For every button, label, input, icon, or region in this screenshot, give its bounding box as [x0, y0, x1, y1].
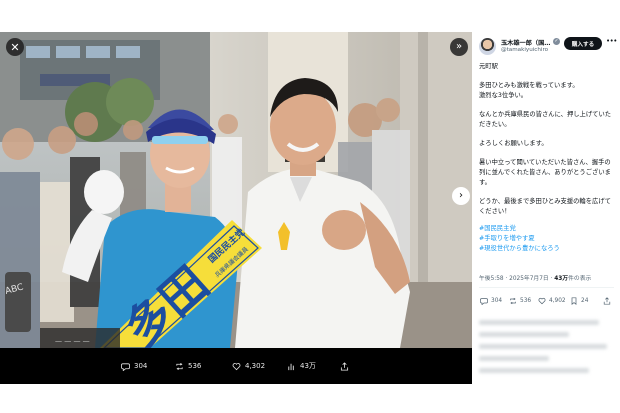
photo-overlay-text: 一 一 一 一 [55, 338, 90, 346]
bookmark-icon [571, 297, 577, 305]
post-paragraph: 元町駅 [479, 63, 498, 70]
avatar[interactable] [479, 38, 496, 55]
post-paragraph: なんとか兵庫県民の皆さんに、押し上げていただきたい。 [479, 111, 612, 128]
bookmark-button[interactable]: 24 [570, 289, 588, 313]
hashtag-link[interactable]: #現役世代から豊かになろう [479, 244, 615, 254]
like-button[interactable]: 4,902 [538, 289, 566, 313]
heart-icon [538, 297, 546, 305]
reply-icon [121, 362, 130, 371]
post-paragraph: よろしくお願いします。 [479, 140, 548, 147]
blurred-replies [479, 316, 613, 376]
views-chart-icon [288, 363, 294, 370]
viewer-repost-button[interactable]: 536 [175, 348, 201, 384]
viewer-share-button[interactable] [340, 348, 353, 384]
author-handle[interactable]: @tamakiyuichiro [501, 47, 548, 53]
post-paragraph: 多田ひとみも激戦を戦っています。 激烈な3位争い。 [479, 82, 579, 99]
viewer-action-bar: 304 536 4,302 43万 [0, 348, 472, 384]
repost-icon [510, 297, 516, 305]
heart-icon [232, 362, 241, 370]
post-time[interactable]: 午後5:58 [479, 276, 504, 282]
close-button[interactable]: ✕ [6, 38, 24, 56]
share-icon [340, 361, 349, 371]
verified-badge-icon: ✓ [553, 38, 560, 45]
viewer-like-count: 4,302 [245, 362, 266, 370]
viewer-reply-button[interactable]: 304 [121, 348, 147, 384]
post-views-label: 件の表示 [568, 276, 592, 282]
post-media-viewer: ABC 多田 国民民主党 兵庫県議会議員 一 一 一 一 ✕ » › 304 5… [0, 32, 620, 384]
hashtag-list: #国民民主党 #手取りを増やす夏 #現役世代から豊かになろう [479, 224, 615, 254]
viewer-views-button[interactable]: 43万 [287, 348, 316, 384]
post-text: 元町駅 多田ひとみも激戦を戦っています。 激烈な3位争い。 なんとか兵庫県民の皆… [479, 62, 615, 254]
post-paragraph: 暑い中立って聞いていただいた皆さん、握手の列に並んでくれた皆さん、ありがとうござ… [479, 159, 611, 186]
post-meta: 午後5:58 · 2025年7月7日 · 43万件の表示 [479, 276, 592, 282]
author-name[interactable]: 玉木雄一郎（国… [501, 38, 551, 47]
reply-icon [480, 298, 488, 305]
share-icon [603, 297, 611, 305]
reply-button[interactable]: 304 [480, 289, 502, 313]
like-count: 4,902 [549, 298, 566, 304]
post-detail-panel: 玉木雄一郎（国… ✓ @tamakiyuichiro 購入する ••• 元町駅 … [472, 32, 620, 384]
bookmark-count: 24 [581, 298, 589, 304]
post-views-count: 43万 [554, 276, 569, 282]
photo-container[interactable]: ABC 多田 国民民主党 兵庫県議会議員 一 一 一 一 ✕ » › [0, 32, 472, 348]
reply-count: 304 [491, 298, 503, 304]
share-button[interactable] [603, 289, 614, 313]
repost-icon [176, 362, 183, 370]
hashtag-link[interactable]: #手取りを増やす夏 [479, 234, 615, 244]
post-date[interactable]: 2025年7月7日 [509, 276, 549, 282]
viewer-reply-count: 304 [134, 362, 148, 370]
post-paragraph: どうか、最後まで多田ひとみ支援の輪を広げてください！ [479, 198, 611, 215]
close-icon: ✕ [10, 40, 20, 54]
expand-button[interactable]: » [450, 38, 468, 56]
hashtag-link[interactable]: #国民民主党 [479, 224, 615, 234]
post-photo: ABC 多田 国民民主党 兵庫県議会議員 一 一 一 一 [0, 32, 472, 348]
viewer-like-button[interactable]: 4,302 [232, 348, 265, 384]
more-options-button[interactable]: ••• [606, 37, 617, 45]
expand-icon: » [455, 41, 463, 52]
repost-count: 536 [520, 298, 532, 304]
post-action-bar: 304 536 4,902 24 [472, 289, 620, 313]
next-image-button[interactable]: › [452, 187, 470, 205]
photo-viewer: ABC 多田 国民民主党 兵庫県議会議員 一 一 一 一 ✕ » › 304 5… [0, 32, 472, 384]
chevron-right-icon: › [459, 190, 463, 201]
subscribe-button[interactable]: 購入する [564, 37, 602, 50]
divider [479, 287, 614, 288]
viewer-repost-count: 536 [188, 362, 202, 370]
repost-button[interactable]: 536 [509, 289, 531, 313]
viewer-views-count: 43万 [300, 362, 316, 370]
